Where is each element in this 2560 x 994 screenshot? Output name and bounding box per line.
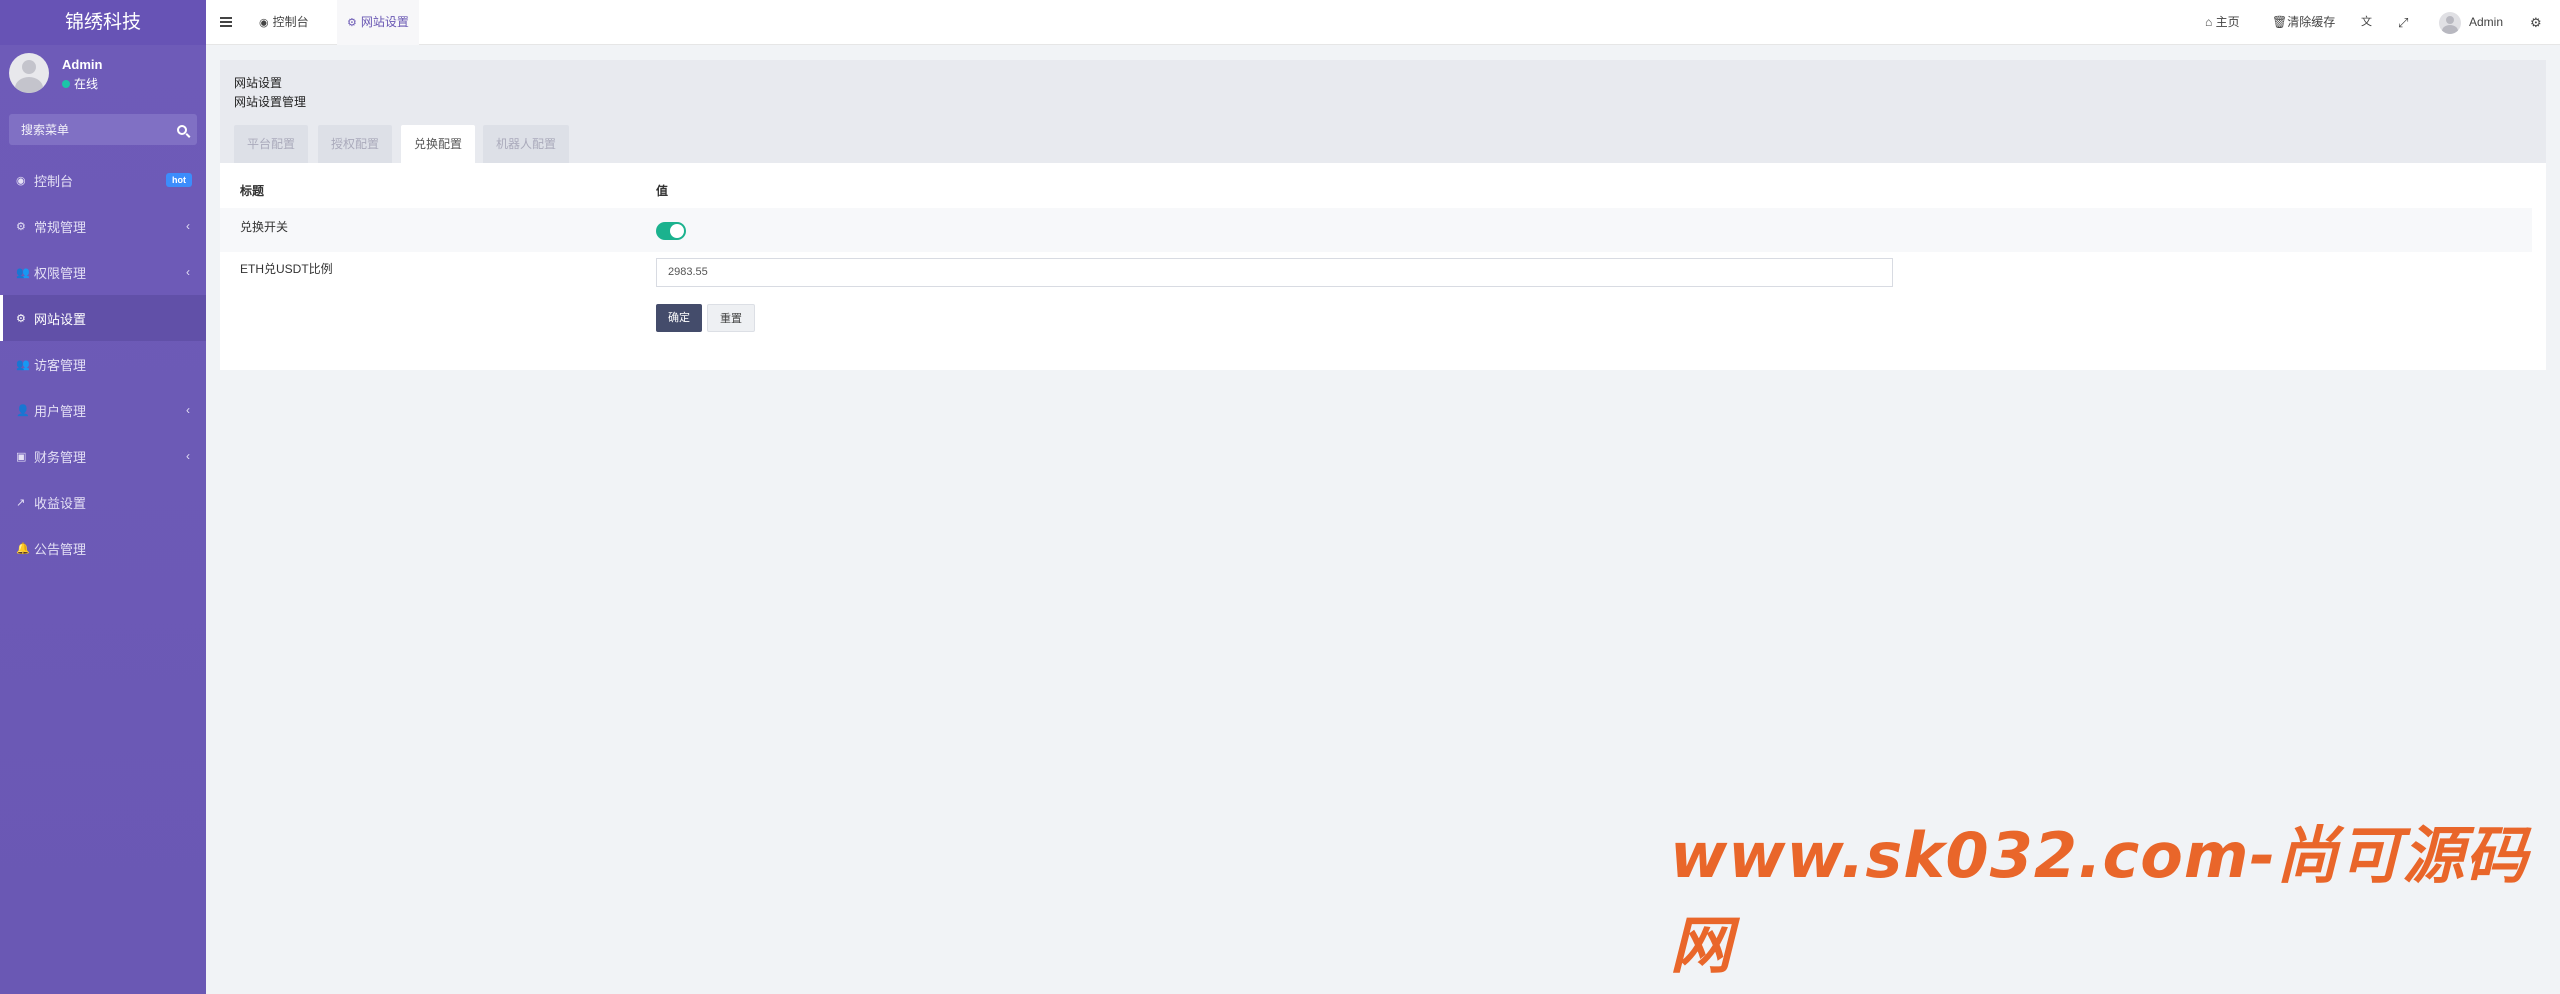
menu-search-placeholder: 搜索菜单 [21, 123, 70, 137]
user-name: Admin [62, 57, 103, 72]
bell-icon: 🔔 [16, 542, 30, 555]
tab-platform-config[interactable]: 平台配置 [234, 125, 309, 163]
clear-cache-button[interactable]: 🗑清除缓存 [2272, 0, 2335, 45]
tab-dashboard[interactable]: ◉ 控制台 [249, 0, 319, 45]
chevron-left-icon: ‹ [186, 403, 190, 417]
exchange-switch-label: 兑换开关 [240, 220, 289, 234]
exchange-switch-toggle[interactable] [656, 222, 686, 240]
home-link[interactable]: ⌂ 主页 [2205, 0, 2240, 45]
reset-button[interactable]: 重置 [707, 304, 755, 332]
sidebar: 锦绣科技 Admin 在线 搜索菜单 ◉ 控制台 hot ⚙ 常规管理 ‹ 👥 … [0, 0, 206, 994]
sidebar-item-label: 收益设置 [34, 495, 87, 511]
chevron-left-icon: ‹ [186, 449, 190, 463]
column-header-value: 值 [656, 184, 669, 198]
menu-toggle-icon[interactable] [220, 17, 232, 27]
sidebar-item-users[interactable]: 👤 用户管理 ‹ [0, 387, 206, 433]
search-icon[interactable] [177, 124, 187, 135]
sidebar-item-announcements[interactable]: 🔔 公告管理 [0, 525, 206, 571]
tab-robot-config[interactable]: 机器人配置 [483, 125, 570, 163]
table-row [220, 208, 2532, 252]
user-status: 在线 [62, 75, 98, 92]
sidebar-item-label: 用户管理 [34, 403, 87, 419]
sidebar-item-permissions[interactable]: 👥 权限管理 ‹ [0, 249, 206, 295]
sidebar-item-label: 访客管理 [34, 357, 87, 373]
confirm-button[interactable]: 确定 [656, 304, 702, 332]
money-icon: ▣ [16, 450, 27, 463]
dashboard-icon: ◉ [16, 174, 26, 187]
sidebar-item-label: 常规管理 [34, 219, 87, 235]
tab-label: 控制台 [272, 15, 309, 29]
user-menu[interactable]: Admin [2439, 0, 2503, 45]
page-subtitle: 网站设置管理 [234, 95, 307, 109]
eth-usdt-ratio-label: ETH兑USDT比例 [240, 262, 333, 276]
sidebar-item-dashboard[interactable]: ◉ 控制台 hot [0, 157, 206, 203]
sidebar-item-label: 网站设置 [34, 311, 87, 327]
fullscreen-icon[interactable]: ⤢ [2398, 0, 2408, 45]
user-panel: Admin 在线 [0, 45, 206, 110]
settings-panel: 网站设置 网站设置管理 平台配置 授权配置 兑换配置 机器人配置 标题 值 兑换… [220, 60, 2546, 370]
watermark: www.sk032.com-尚可源码网 [1670, 819, 2529, 982]
menu-search-input[interactable]: 搜索菜单 [9, 114, 197, 145]
tab-exchange-config[interactable]: 兑换配置 [401, 125, 476, 163]
sidebar-item-general[interactable]: ⚙ 常规管理 ‹ [0, 203, 206, 249]
home-icon: ⌂ [2205, 15, 2213, 29]
panel-header: 网站设置 网站设置管理 平台配置 授权配置 兑换配置 机器人配置 [220, 60, 2546, 163]
tab-site-settings[interactable]: ⚙ 网站设置 [337, 0, 419, 45]
app-logo[interactable]: 锦绣科技 [0, 0, 206, 45]
online-dot-icon [62, 79, 70, 88]
chevron-left-icon: ‹ [186, 265, 190, 279]
sidebar-item-visitors[interactable]: 👥 访客管理 [0, 341, 206, 387]
sidebar-item-site-settings[interactable]: ⚙ 网站设置 [0, 295, 206, 341]
sidebar-item-label: 权限管理 [34, 265, 87, 281]
column-header-title: 标题 [240, 184, 265, 198]
cogs-icon: ⚙ [16, 312, 26, 325]
sidebar-menu: ◉ 控制台 hot ⚙ 常规管理 ‹ 👥 权限管理 ‹ ⚙ 网站设置 👥 访客管… [0, 157, 206, 571]
dashboard-icon: ◉ [259, 17, 269, 29]
tab-label: 网站设置 [360, 15, 409, 29]
sidebar-item-earnings[interactable]: ↗ 收益设置 [0, 479, 206, 525]
user-icon: 👤 [16, 404, 30, 417]
settings-gear-icon[interactable]: ⚙ [2530, 0, 2542, 45]
user-status-label: 在线 [74, 77, 99, 91]
sidebar-item-label: 控制台 [34, 173, 74, 189]
tab-auth-config[interactable]: 授权配置 [318, 125, 393, 163]
sidebar-item-label: 财务管理 [34, 449, 87, 465]
chevron-left-icon: ‹ [186, 219, 190, 233]
sidebar-item-finance[interactable]: ▣ 财务管理 ‹ [0, 433, 206, 479]
group-icon: 👥 [16, 358, 30, 371]
cogs-icon: ⚙ [347, 17, 357, 29]
hot-badge: hot [166, 173, 192, 187]
avatar [9, 53, 49, 93]
home-label: 主页 [2215, 15, 2240, 29]
sidebar-item-label: 公告管理 [34, 541, 87, 557]
page-title: 网站设置 [234, 76, 283, 90]
avatar [2439, 11, 2461, 34]
cogs-icon: ⚙ [16, 220, 26, 233]
clear-cache-label: 清除缓存 [2287, 15, 2336, 29]
eth-usdt-ratio-input[interactable]: 2983.55 [656, 258, 1893, 287]
top-navbar: ◉ 控制台 ⚙ 网站设置 ⌂ 主页 🗑清除缓存 文 ⤢ Admin ⚙ [206, 0, 2560, 45]
language-icon[interactable]: 文 [2361, 0, 2372, 45]
chart-icon: ↗ [16, 496, 26, 509]
user-menu-label: Admin [2469, 15, 2504, 29]
trash-icon: 🗑 [2272, 15, 2288, 29]
group-icon: 👥 [16, 266, 30, 279]
